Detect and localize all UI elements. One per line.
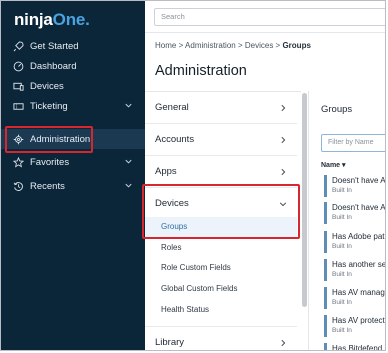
scrollbar[interactable]: [302, 93, 307, 307]
breadcrumb-current: Groups: [282, 41, 311, 50]
section-general[interactable]: General: [145, 92, 297, 124]
sidebar-item-favorites[interactable]: Favorites: [1, 152, 145, 172]
group-type: Built In: [332, 187, 352, 194]
breadcrumb: Home > Administration > Devices > Groups: [155, 41, 311, 50]
chevron-down-icon: [125, 103, 132, 108]
table-row[interactable]: Doesn't have A Built In: [324, 175, 386, 197]
sidebar-item-dashboard[interactable]: Dashboard: [1, 56, 145, 76]
section-label: Library: [155, 337, 185, 348]
chevron-right-icon: [281, 136, 286, 144]
table-row[interactable]: Has another se Built In: [324, 259, 386, 281]
ticket-icon: [12, 100, 24, 112]
sidebar-item-ticketing[interactable]: Ticketing: [1, 96, 145, 116]
groups-panel: Groups Filter by Name Name ▾ Doesn't hav…: [309, 91, 386, 351]
group-name: Has AV manag: [332, 288, 385, 297]
group-type: Built In: [332, 243, 352, 250]
column-header-label: Name: [321, 162, 341, 169]
logo-text-accent: One: [52, 10, 86, 29]
subitem-roles[interactable]: Roles: [145, 238, 297, 258]
page-title: Administration: [155, 63, 247, 79]
search-input[interactable]: Search: [154, 8, 385, 26]
sidebar-item-devices[interactable]: Devices: [1, 76, 145, 96]
subitem-role-custom-fields[interactable]: Role Custom Fields: [145, 258, 297, 278]
sidebar-item-label: Recents: [30, 180, 65, 192]
chevron-down-icon: [125, 159, 132, 164]
sidebar-item-label: Favorites: [30, 156, 70, 168]
star-icon: [12, 156, 24, 168]
table-row[interactable]: Has Adobe pat Built In: [324, 231, 385, 253]
highlight-box-administration: [5, 126, 93, 153]
breadcrumb-separator: >: [237, 41, 243, 50]
sidebar-item-label: Dashboard: [30, 60, 77, 72]
sidebar-item-get-started[interactable]: Get Started: [1, 36, 145, 56]
chevron-right-icon: [281, 339, 286, 347]
group-type: Built In: [332, 299, 352, 306]
breadcrumb-separator: >: [275, 41, 281, 50]
table-row[interactable]: Has Bitdefend: [324, 343, 385, 351]
breadcrumb-separator: >: [178, 41, 184, 50]
section-accounts[interactable]: Accounts: [145, 124, 297, 156]
section-label: Accounts: [155, 134, 195, 145]
sidebar-item-label: Devices: [30, 80, 64, 92]
chevron-right-icon: [281, 168, 286, 176]
main-content: Search Home > Administration > Devices >…: [142, 1, 386, 351]
group-name: Has another se: [332, 260, 386, 269]
gauge-icon: [12, 60, 24, 72]
logo-text: ninja: [14, 10, 53, 29]
logo-suffix: .: [85, 10, 90, 29]
subitem-global-custom-fields[interactable]: Global Custom Fields: [145, 279, 297, 299]
table-row[interactable]: Has AV protect Built In: [324, 315, 385, 337]
breadcrumb-administration[interactable]: Administration: [185, 41, 236, 50]
chevron-down-icon: [125, 183, 132, 188]
groups-panel-title: Groups: [321, 104, 353, 115]
sidebar-item-label: Get Started: [30, 40, 79, 52]
top-bar: Search: [145, 1, 385, 33]
section-library[interactable]: Library: [145, 326, 297, 350]
section-label: Apps: [155, 166, 177, 177]
group-name: Has AV protect: [332, 316, 385, 325]
name-column-header[interactable]: Name ▾: [321, 161, 346, 169]
highlight-box-devices: [142, 184, 300, 239]
rocket-icon: [12, 40, 24, 52]
sort-desc-icon: ▾: [342, 162, 346, 169]
table-row[interactable]: Doesn't have A Built In: [324, 202, 386, 224]
history-icon: [12, 180, 24, 192]
section-label: General: [155, 102, 189, 113]
subitem-health-status[interactable]: Health Status: [145, 300, 297, 320]
group-name: Has Bitdefend: [332, 344, 383, 351]
sidebar-item-label: Ticketing: [30, 100, 68, 112]
table-row[interactable]: Has AV manag Built In: [324, 287, 385, 309]
group-name: Doesn't have A: [332, 203, 386, 212]
group-type: Built In: [332, 214, 352, 221]
group-type: Built In: [332, 327, 352, 334]
breadcrumb-home[interactable]: Home: [155, 41, 176, 50]
breadcrumb-devices[interactable]: Devices: [245, 41, 273, 50]
app-window: ninjaOne. Get Started Dashboard Devices: [0, 0, 386, 351]
ninjaone-logo[interactable]: ninjaOne.: [14, 10, 90, 30]
sidebar-item-recents[interactable]: Recents: [1, 176, 145, 196]
devices-icon: [12, 80, 24, 92]
chevron-right-icon: [281, 104, 286, 112]
group-name: Has Adobe pat: [332, 232, 385, 241]
group-type: Built In: [332, 271, 352, 278]
filter-input[interactable]: Filter by Name: [321, 134, 385, 152]
sidebar: ninjaOne. Get Started Dashboard Devices: [1, 1, 145, 350]
group-name: Doesn't have A: [332, 176, 386, 185]
